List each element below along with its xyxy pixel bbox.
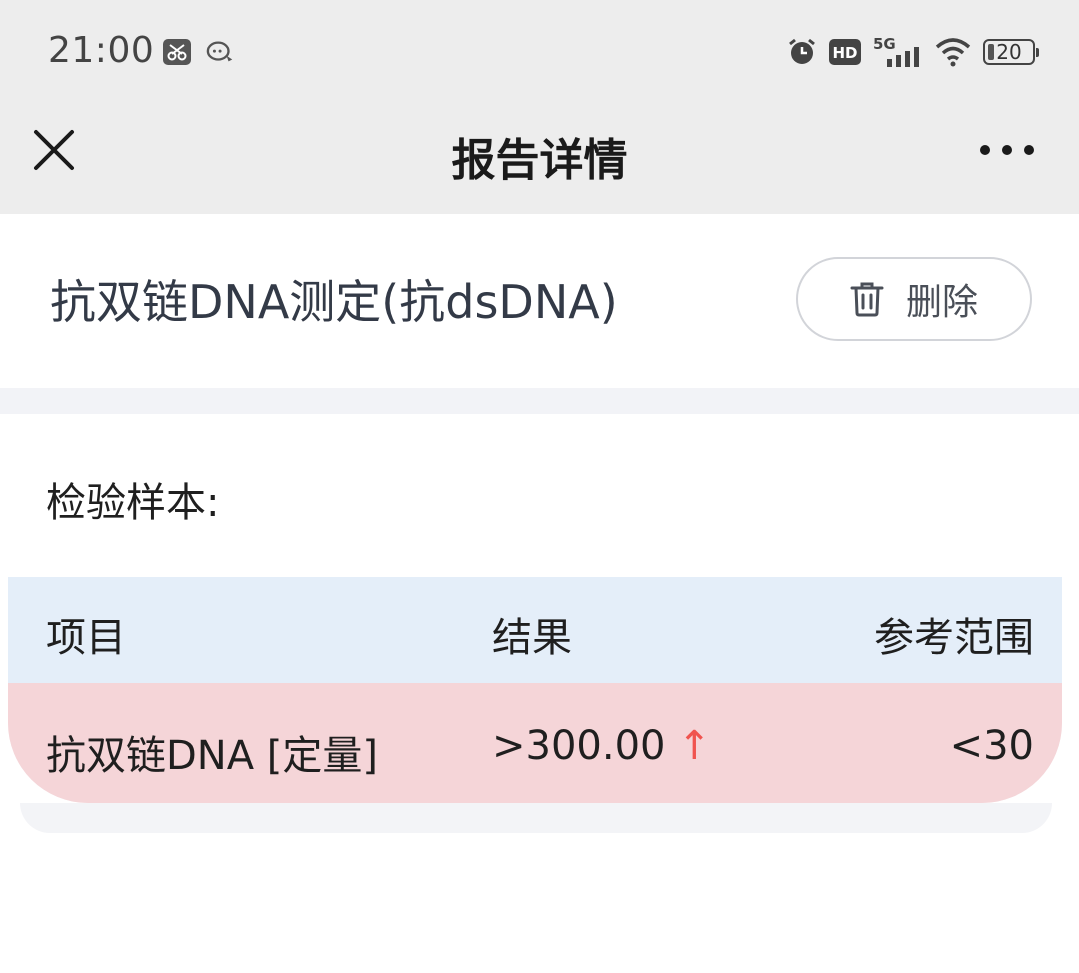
more-options-icon[interactable]: [979, 136, 1035, 164]
report-name: 抗双链DNA测定(抗dsDNA): [50, 275, 618, 329]
battery-icon: 20: [983, 39, 1039, 65]
row-range: <30: [949, 723, 1034, 769]
header-item: 项目: [46, 615, 126, 661]
top-area: 21:00 HD 5G 20 报告详情: [0, 0, 1079, 214]
chat-app-icon: [206, 41, 233, 62]
table-row: 抗双链DNA [定量] >300.00 ↑ <30: [8, 683, 1062, 803]
status-icons: HD 5G 20: [787, 32, 1039, 72]
table-bottom-shade: [20, 803, 1052, 833]
trash-icon: [850, 282, 884, 317]
header-range: 参考范围: [874, 615, 1034, 661]
svg-text:5G: 5G: [873, 35, 896, 53]
report-header: 抗双链DNA测定(抗dsDNA) 删除: [0, 214, 1079, 388]
nav-bar: 报告详情: [0, 100, 1079, 214]
screenshot-app-icon: [163, 39, 191, 65]
header-result: 结果: [492, 615, 572, 661]
section-divider: [0, 388, 1079, 414]
wifi-icon: [935, 38, 971, 67]
row-item: 抗双链DNA [定量]: [46, 733, 379, 779]
up-arrow-icon: ↑: [677, 723, 711, 769]
signal-5g-icon: 5G: [873, 35, 919, 67]
sample-label: 检验样本:: [46, 480, 220, 526]
results-table: 项目 结果 参考范围 抗双链DNA [定量] >300.00 ↑ <30: [8, 577, 1062, 803]
delete-button[interactable]: 删除: [796, 257, 1032, 341]
delete-button-label: 删除: [905, 282, 978, 323]
status-bar: 21:00 HD 5G 20: [0, 0, 1079, 100]
table-header-row: 项目 结果 参考范围: [8, 577, 1062, 683]
alarm-icon: [789, 38, 815, 64]
hd-icon: HD: [829, 39, 861, 65]
status-time: 21:00: [48, 30, 155, 71]
svg-text:HD: HD: [832, 44, 857, 62]
row-result-value: >300.00: [492, 723, 666, 769]
page-title: 报告详情: [451, 135, 628, 186]
row-result: >300.00 ↑: [492, 723, 711, 769]
